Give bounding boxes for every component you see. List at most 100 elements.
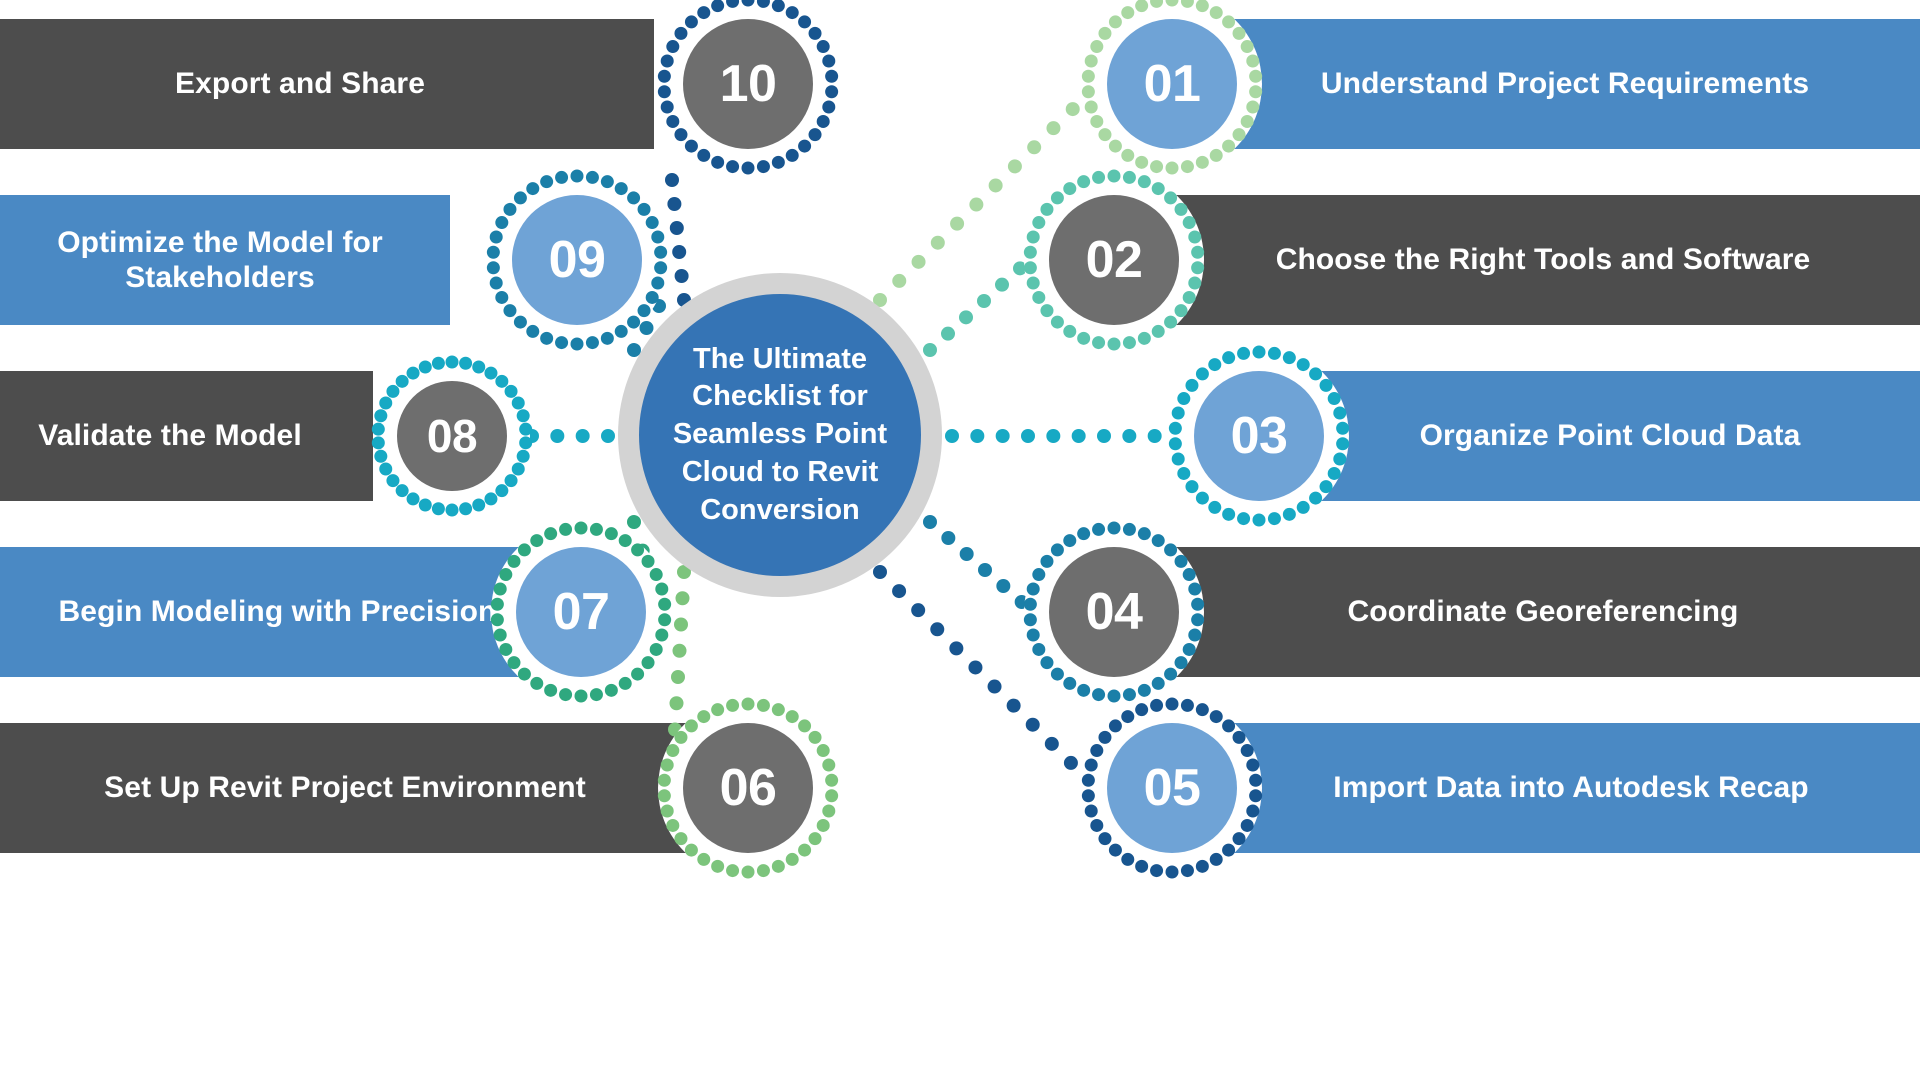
connector-dot — [601, 429, 615, 443]
connector-dot — [667, 197, 682, 211]
connector-dot — [1006, 698, 1021, 713]
step-label-text: Export and Share — [175, 67, 425, 101]
step-number-badge-06[interactable]: 06 — [683, 723, 813, 853]
step-label-10: Export and Share — [0, 19, 600, 149]
connector-dot — [995, 277, 1009, 292]
connector-dot — [959, 547, 974, 561]
step-number-badge-08[interactable]: 08 — [397, 381, 507, 491]
step-label-text: Organize Point Cloud Data — [1419, 419, 1801, 453]
step-number-text: 02 — [1049, 195, 1179, 325]
connector-dot — [1097, 429, 1111, 443]
connector-dot — [950, 216, 965, 231]
connector-dot — [550, 429, 565, 443]
connector-dot — [675, 591, 690, 606]
connector-dot — [1025, 717, 1040, 732]
connector-dot — [969, 197, 984, 212]
step-number-badge-10[interactable]: 10 — [683, 19, 813, 149]
connector-dot — [575, 429, 590, 443]
step-label-07: Begin Modeling with Precision — [0, 547, 555, 677]
connector-dot — [1027, 140, 1042, 155]
connector-dot — [1044, 736, 1059, 751]
step-number-text: 05 — [1107, 723, 1237, 853]
connector-dot — [1122, 429, 1137, 443]
step-label-text: Choose the Right Tools and Software — [1275, 243, 1811, 277]
step-label-text: Set Up Revit Project Environment — [104, 771, 586, 805]
connector-dot — [665, 173, 679, 187]
connector-dot — [923, 515, 937, 529]
step-number-text: 07 — [516, 547, 646, 677]
connector-lines — [525, 83, 1187, 789]
connector-dot — [1021, 429, 1035, 443]
connector-dot — [977, 294, 991, 308]
connector-dot — [941, 531, 956, 545]
step-number-badge-07[interactable]: 07 — [516, 547, 646, 677]
connector-dot — [949, 641, 964, 656]
connector-dot — [892, 584, 907, 599]
connector-dot — [978, 563, 992, 577]
step-label-03: Organize Point Cloud Data — [1300, 371, 1920, 501]
step-number-text: 04 — [1049, 547, 1179, 677]
connector-dot — [988, 178, 1003, 193]
step-label-text: Optimize the Model for Stakeholders — [57, 225, 383, 294]
step-label-text: Import Data into Autodesk Recap — [1333, 771, 1809, 805]
step-label-text: Coordinate Georeferencing — [1347, 595, 1739, 629]
connector-dot — [1046, 121, 1061, 136]
step-number-text: 01 — [1107, 19, 1237, 149]
connector-dot — [970, 429, 985, 443]
center-hub: The Ultimate Checklist for Seamless Poin… — [618, 273, 942, 597]
connector-dot — [996, 579, 1011, 593]
connector-dot — [1071, 429, 1086, 443]
step-number-text: 10 — [683, 19, 813, 149]
step-label-text: Understand Project Requirements — [1320, 67, 1810, 101]
connector-dot — [968, 660, 983, 675]
connector-dot — [671, 670, 685, 684]
connector-dot — [672, 643, 687, 658]
step-label-02: Choose the Right Tools and Software — [1166, 195, 1920, 325]
connector-dot — [873, 565, 887, 579]
connector-dot — [672, 245, 687, 259]
step-number-badge-03[interactable]: 03 — [1194, 371, 1324, 501]
connector-dot — [627, 515, 641, 529]
step-number-text: 03 — [1194, 371, 1324, 501]
connector-dot — [1147, 429, 1162, 443]
step-label-01: Understand Project Requirements — [1210, 19, 1920, 149]
connector-dot — [639, 321, 654, 335]
step-number-text: 08 — [397, 381, 507, 491]
connector-dot — [959, 310, 973, 325]
connector-dot — [892, 273, 907, 288]
page-title: The Ultimate Checklist for Seamless Poin… — [672, 342, 888, 526]
step-number-badge-04[interactable]: 04 — [1049, 547, 1179, 677]
connector-dot — [923, 343, 937, 357]
connector-dot — [1046, 429, 1061, 443]
connector-dot — [1007, 159, 1022, 174]
step-number-badge-05[interactable]: 05 — [1107, 723, 1237, 853]
step-label-05: Import Data into Autodesk Recap — [1222, 723, 1920, 853]
step-number-badge-02[interactable]: 02 — [1049, 195, 1179, 325]
center-hub-inner: The Ultimate Checklist for Seamless Poin… — [639, 294, 921, 576]
step-label-08: Validate the Model — [0, 371, 340, 501]
connector-dot — [911, 254, 926, 269]
connector-dot — [1063, 755, 1078, 770]
connector-dot — [669, 696, 684, 711]
step-label-text: Begin Modeling with Precision — [58, 595, 497, 629]
connector-dot — [987, 679, 1002, 694]
connector-dot — [911, 603, 926, 618]
step-number-text: 09 — [512, 195, 642, 325]
connector-dot — [674, 269, 689, 283]
step-label-04: Coordinate Georeferencing — [1166, 547, 1920, 677]
step-number-badge-09[interactable]: 09 — [512, 195, 642, 325]
step-number-text: 06 — [683, 723, 813, 853]
infographic-canvas: Understand Project Requirements 01 Choose … — [0, 0, 1920, 1066]
connector-dot — [674, 617, 688, 632]
connector-dot — [941, 326, 955, 341]
connector-dot — [995, 429, 1010, 443]
step-number-badge-01[interactable]: 01 — [1107, 19, 1237, 149]
connector-dot — [945, 429, 959, 443]
step-label-text: Validate the Model — [38, 419, 302, 453]
step-label-09: Optimize the Model for Stakeholders — [0, 195, 440, 325]
connector-dot — [930, 235, 945, 250]
connector-dot — [1065, 102, 1080, 117]
connector-dot — [930, 622, 945, 637]
connector-dot — [669, 221, 684, 235]
step-label-06: Set Up Revit Project Environment — [0, 723, 690, 853]
